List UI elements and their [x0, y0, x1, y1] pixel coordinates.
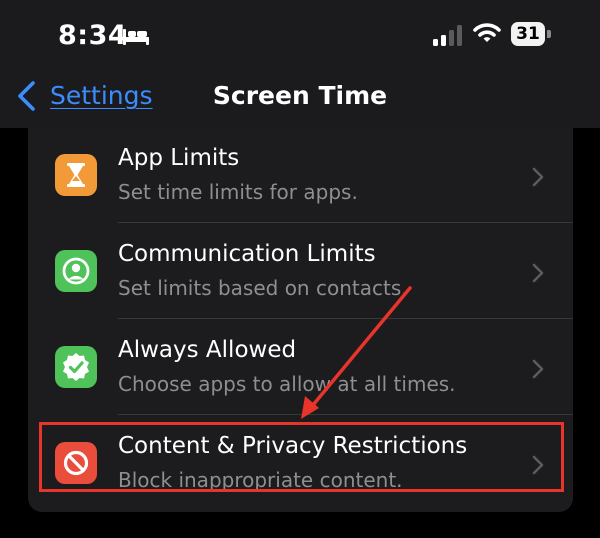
checkmark-seal-icon: [55, 346, 97, 388]
wifi-icon: [473, 23, 501, 42]
row-title: App Limits: [118, 145, 240, 171]
list-item-app-limits[interactable]: App Limits Set time limits for apps.: [28, 128, 573, 223]
hourglass-icon: [55, 154, 97, 196]
signal-icon: [433, 25, 462, 46]
row-divider: [118, 318, 573, 319]
header: 8:34 31 Settings Screen Time: [0, 0, 600, 128]
row-title: Always Allowed: [118, 337, 297, 363]
list-item-always-allowed[interactable]: Always Allowed Choose apps to allow at a…: [28, 320, 573, 415]
row-divider: [118, 222, 573, 223]
list-item-communication-limits[interactable]: Communication Limits Set limits based on…: [28, 224, 573, 319]
row-title: Communication Limits: [118, 241, 376, 267]
battery-icon: 31: [511, 22, 551, 46]
back-chevron-icon[interactable]: [14, 80, 40, 112]
row-subtitle: Choose apps to allow at all times.: [118, 372, 456, 396]
chevron-right-icon: [532, 167, 544, 187]
battery-level: 31: [511, 22, 545, 46]
back-button[interactable]: Settings: [50, 78, 153, 114]
row-divider: [118, 414, 573, 415]
status-time: 8:34: [58, 20, 128, 51]
page-title: Screen Time: [212, 81, 388, 110]
annotation-highlight-box: [39, 422, 564, 492]
chevron-right-icon: [532, 263, 544, 283]
person-circle-icon: [55, 250, 97, 292]
chevron-right-icon: [532, 359, 544, 379]
row-subtitle: Set limits based on contacts.: [118, 276, 408, 300]
screen-time-screen: 8:34 31 Settings Screen Time App Limits …: [0, 0, 600, 538]
row-subtitle: Set time limits for apps.: [118, 180, 358, 204]
bed-icon: [123, 29, 149, 45]
battery-cap: [547, 30, 551, 38]
